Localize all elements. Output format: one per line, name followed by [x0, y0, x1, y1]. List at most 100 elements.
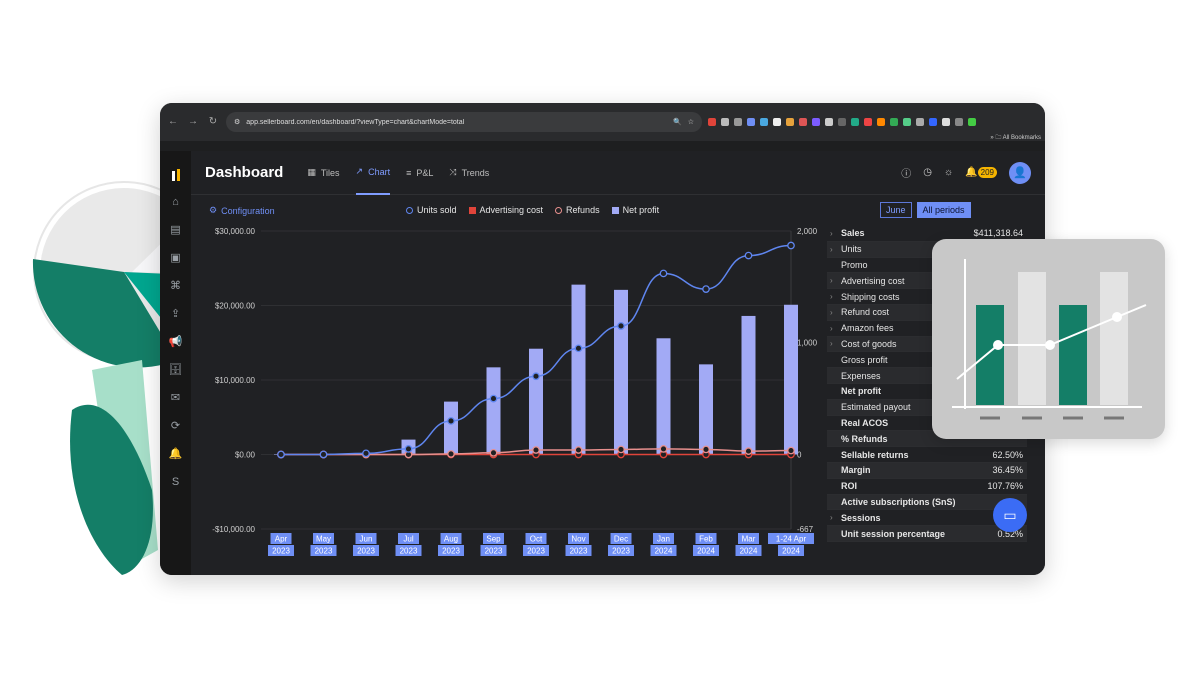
extension-icon[interactable]: [708, 118, 716, 126]
period-june-button[interactable]: June: [880, 202, 912, 218]
extension-icon[interactable]: [890, 118, 898, 126]
extension-icon[interactable]: [903, 118, 911, 126]
legend-label: Advertising cost: [479, 205, 544, 215]
reload-icon[interactable]: ↻: [206, 115, 220, 129]
extension-icon[interactable]: [747, 118, 755, 126]
site-info-icon[interactable]: ⚙: [234, 118, 240, 126]
sync-icon[interactable]: ⟳: [169, 419, 183, 433]
main-chart: $30,000.00 $20,000.00 $10,000.00 $0.00 -$10,…: [212, 227, 818, 556]
units-sold-point: [447, 417, 455, 425]
metric-label: Sales: [841, 228, 865, 239]
x-axis-label: 2024: [697, 547, 715, 556]
chevron-right-icon[interactable]: ›: [830, 513, 833, 522]
notification-badge: 209: [977, 167, 997, 178]
legend-refunds[interactable]: Refunds: [555, 205, 600, 215]
bookmarks-bar[interactable]: » 🗀 All Bookmarks: [990, 133, 1041, 143]
extension-icon[interactable]: [786, 118, 794, 126]
legend-advertising-cost[interactable]: Advertising cost: [468, 205, 544, 215]
upload-icon[interactable]: ⇪: [169, 307, 183, 321]
tag-icon[interactable]: ⌘: [169, 279, 183, 293]
extension-icon[interactable]: [929, 118, 937, 126]
right-axis-tick: 2,000: [797, 227, 818, 236]
net-profit-bar: [741, 315, 756, 455]
extension-icon[interactable]: [799, 118, 807, 126]
x-axis-label: Apr: [275, 535, 288, 544]
chevron-right-icon[interactable]: ›: [830, 245, 833, 254]
s-icon[interactable]: S: [169, 475, 183, 489]
configuration-link[interactable]: ⚙ Configuration: [209, 205, 275, 216]
profile-icon[interactable]: [968, 118, 976, 126]
mail-icon[interactable]: ✉: [169, 391, 183, 405]
extension-icon[interactable]: [851, 118, 859, 126]
megaphone-icon[interactable]: 📢: [169, 335, 183, 349]
metric-row: Unit session percentage 0.52%: [827, 526, 1027, 542]
clock-icon[interactable]: ◷: [923, 167, 932, 178]
zoom-icon[interactable]: 🔍: [673, 118, 682, 126]
sun-icon[interactable]: ☼: [944, 167, 953, 178]
chart-icon[interactable]: ▤: [169, 223, 183, 237]
tab-pl[interactable]: ≡ P&L: [406, 151, 433, 195]
chevron-right-icon[interactable]: ›: [830, 229, 833, 238]
net-profit-bar: [529, 348, 543, 455]
extension-icon[interactable]: [877, 118, 885, 126]
x-axis-label: 2023: [272, 547, 290, 556]
tab-trends[interactable]: ⤨ Trends: [449, 151, 489, 195]
extension-icon[interactable]: [942, 118, 950, 126]
extension-icon[interactable]: [734, 118, 742, 126]
box-icon[interactable]: ▣: [169, 251, 183, 265]
notifications[interactable]: 🔔 209: [965, 167, 997, 178]
stage: ← → ↻ ⚙ app.sellerboard.com/en/dashboard…: [0, 0, 1187, 696]
extension-icon[interactable]: [838, 118, 846, 126]
avatar[interactable]: 👤: [1009, 161, 1031, 184]
metric-label: Sessions: [841, 512, 881, 523]
forward-icon[interactable]: →: [186, 115, 200, 129]
extension-icon[interactable]: [916, 118, 924, 126]
refunds-point: [574, 446, 583, 454]
extension-icon[interactable]: [812, 118, 820, 126]
x-axis-label: Oct: [530, 535, 543, 544]
app-logo[interactable]: [171, 169, 180, 181]
archive-icon[interactable]: 🗄: [169, 363, 183, 377]
info-icon[interactable]: ⓘ: [901, 165, 911, 180]
chevron-right-icon[interactable]: ›: [830, 276, 833, 285]
tab-tiles[interactable]: ▦ Tiles: [307, 151, 339, 195]
chat-button[interactable]: ▭: [993, 498, 1027, 532]
bookmark-star-icon[interactable]: ☆: [688, 118, 694, 126]
units-sold-point: [574, 344, 583, 353]
extension-icon[interactable]: [760, 118, 768, 126]
top-right-controls: ⓘ ◷ ☼ 🔔 209 👤: [901, 161, 1031, 184]
x-axis-label: 2023: [570, 547, 588, 556]
home-icon[interactable]: ⌂: [169, 195, 183, 209]
legend-units-sold[interactable]: Units sold: [406, 205, 457, 215]
chat-icon: ▭: [1003, 507, 1017, 523]
leaf-illustration: [70, 360, 158, 575]
x-axis-label: 1-24 Apr: [776, 535, 807, 544]
tab-chart[interactable]: ↗ Chart: [355, 151, 391, 195]
configuration-label: Configuration: [221, 205, 275, 216]
bell-icon[interactable]: 🔔: [169, 447, 183, 461]
chevron-right-icon[interactable]: ›: [830, 324, 833, 333]
refunds-point: [617, 445, 625, 454]
chevron-right-icon[interactable]: ›: [830, 339, 833, 348]
chevron-right-icon[interactable]: ›: [830, 308, 833, 317]
period-all-button[interactable]: All periods: [916, 202, 971, 218]
net-profit-bar: [656, 338, 671, 455]
extension-icon[interactable]: [721, 118, 729, 126]
extension-icon[interactable]: [773, 118, 781, 126]
bell-icon: 🔔: [965, 167, 978, 178]
legend-net-profit[interactable]: Net profit: [611, 205, 659, 215]
metric-label: Sellable returns: [841, 449, 909, 460]
metric-row: Sellable returns 62.50%: [827, 447, 1027, 463]
shuffle-icon: ⤨: [449, 167, 457, 177]
extension-icon[interactable]: [864, 118, 872, 126]
top-nav: Dashboard ▦ Tiles ↗ Chart ≡ P&L ⤨ Trends ⓘ ◷…: [191, 151, 1045, 195]
main-content: Dashboard ▦ Tiles ↗ Chart ≡ P&L ⤨ Trends ⓘ ◷…: [191, 151, 1045, 575]
url-bar[interactable]: ⚙ app.sellerboard.com/en/dashboard/?view…: [226, 112, 702, 132]
back-icon[interactable]: ←: [166, 115, 180, 129]
chevron-right-icon[interactable]: ›: [830, 292, 833, 301]
units-sold-point: [617, 322, 625, 330]
extension-icon[interactable]: [955, 118, 963, 126]
left-axis-tick: $30,000.00: [215, 227, 256, 236]
refunds-point: [532, 446, 540, 454]
extension-icon[interactable]: [825, 118, 833, 126]
